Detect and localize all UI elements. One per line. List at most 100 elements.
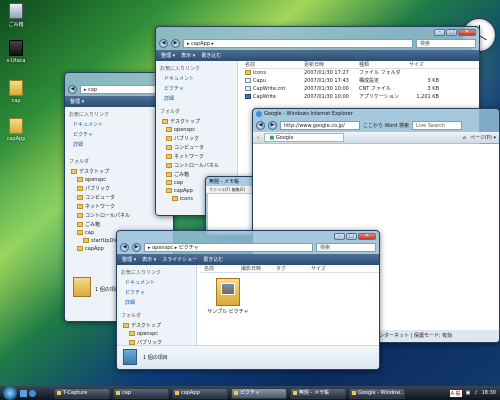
close-button[interactable]: ✕ xyxy=(358,232,376,240)
pictures-folder-icon xyxy=(216,278,240,306)
folders-header[interactable]: フォルダ xyxy=(160,108,233,115)
file-row[interactable]: icons 2007/01/30 17:27 ファイル フォルダ xyxy=(242,69,479,77)
address-bar: ◀ ▶ http://www.google.co.jp/ ここから Word 検… xyxy=(253,119,499,132)
window-titlebar[interactable]: – □ ✕ xyxy=(117,231,379,241)
forward-button[interactable]: ▶ xyxy=(171,39,180,48)
column-tags[interactable]: タグ xyxy=(276,265,311,272)
tree-item[interactable]: パブリック xyxy=(160,135,233,142)
tree-item[interactable]: ネットワーク xyxy=(160,153,233,160)
link-documents[interactable]: ドキュメント xyxy=(125,279,192,286)
forward-button[interactable]: ▶ xyxy=(268,121,277,130)
column-size[interactable]: サイズ xyxy=(409,61,439,68)
address-text: capApp xyxy=(191,41,210,47)
column-headers: 名前 更新日時 種類 サイズ xyxy=(242,61,479,69)
desktop-icon-cap[interactable]: cap xyxy=(1,80,31,104)
taskbar-button[interactable]: cap xyxy=(113,387,169,399)
url-text: http://www.google.co.jp/ xyxy=(284,123,345,129)
page-menu[interactable]: ページ(P) ▾ xyxy=(470,134,496,141)
link-documents[interactable]: ドキュメント xyxy=(164,75,233,82)
column-type[interactable]: 種類 xyxy=(359,61,409,68)
column-size[interactable]: サイズ xyxy=(311,265,341,272)
tree-item[interactable]: デスクトップ xyxy=(160,118,233,125)
folder-item[interactable]: サンプル ピクチャ xyxy=(205,278,251,315)
address-field[interactable]: ▸ openspc ▸ ピクチャ xyxy=(144,243,313,252)
search-input[interactable]: 検索 xyxy=(316,243,376,252)
thumbnail-icon xyxy=(221,283,235,295)
desktop-icon-recycle-bin[interactable]: ごみ箱 xyxy=(1,3,31,28)
back-button[interactable]: ◀ xyxy=(120,243,129,252)
status-zone: インターネット | 保護モード: 有効 xyxy=(373,333,453,339)
ie-icon[interactable] xyxy=(29,389,36,397)
maximize-button[interactable]: □ xyxy=(346,232,357,240)
desktop-icon-utaca[interactable]: s-Utaca xyxy=(1,40,31,64)
tree-item[interactable]: openspc xyxy=(121,331,192,337)
window-pictures[interactable]: – □ ✕ ◀ ▶ ▸ openspc ▸ ピクチャ 検索 整理 ▾ 表示 ▾ … xyxy=(116,230,380,370)
show-desktop-icon[interactable] xyxy=(20,389,27,397)
start-button[interactable] xyxy=(3,386,17,400)
inline-status-text: ここから Word 検索 xyxy=(363,123,410,129)
window-titlebar[interactable]: Google - Windows Internet Explorer xyxy=(253,109,499,119)
taskbar-button[interactable]: Google - Window... xyxy=(349,387,405,399)
address-field[interactable]: ▸ capApp ▸ xyxy=(183,39,413,48)
organize-button[interactable]: 整理 ▾ xyxy=(70,98,84,105)
burn-button[interactable]: 書き込む xyxy=(203,256,223,263)
tree-item[interactable]: コンピュータ xyxy=(160,144,233,151)
tree-item[interactable]: コントロールパネル xyxy=(160,162,233,169)
link-pictures[interactable]: ピクチャ xyxy=(164,85,233,92)
taskbar-button[interactable]: T-Capture xyxy=(54,387,110,399)
column-name[interactable]: 名前 xyxy=(201,265,241,272)
window-titlebar[interactable]: – □ ✕ xyxy=(156,27,479,37)
search-input[interactable]: 検索 xyxy=(416,39,476,48)
minimize-button[interactable]: – xyxy=(334,232,345,240)
back-button[interactable]: ◀ xyxy=(68,85,77,94)
minimize-button[interactable]: – xyxy=(434,28,445,36)
taskbar-button[interactable]: ピクチャ xyxy=(231,387,287,399)
folder-preview-icon xyxy=(123,349,137,365)
home-icon[interactable]: ⌂ xyxy=(463,135,466,141)
close-button[interactable]: ✕ xyxy=(458,28,476,36)
favorites-star-icon[interactable]: ★ xyxy=(256,135,260,141)
maximize-button[interactable]: □ xyxy=(446,28,457,36)
live-search-input[interactable]: Live Search xyxy=(412,121,463,130)
column-name[interactable]: 名前 xyxy=(242,61,304,68)
address-bar: ◀ ▶ ▸ openspc ▸ ピクチャ 検索 xyxy=(117,241,379,254)
address-text: cap xyxy=(88,87,98,93)
forward-button[interactable]: ▶ xyxy=(132,243,141,252)
file-row[interactable]: Capu 2007/01/30 17:43 構成設定 3 KB xyxy=(242,77,479,85)
column-date[interactable]: 更新日時 xyxy=(304,61,359,68)
burn-button[interactable]: 書き込む xyxy=(201,52,221,59)
tree-item[interactable]: ごみ箱 xyxy=(69,221,170,228)
folder-icon xyxy=(9,118,23,134)
url-field[interactable]: http://www.google.co.jp/ xyxy=(280,121,360,130)
column-date-taken[interactable]: 撮影日時 xyxy=(241,265,276,272)
link-details[interactable]: 詳細 xyxy=(164,95,233,102)
folder-icon xyxy=(245,70,251,75)
taskbar-button[interactable]: 無題 - メモ帳 xyxy=(290,387,346,399)
network-icon[interactable]: ▣ xyxy=(466,390,471,396)
slideshow-button[interactable]: スライドショー xyxy=(162,256,197,263)
clock[interactable]: 18:30 xyxy=(482,390,496,396)
desktop-icon-label: cap xyxy=(11,98,21,104)
tree-item[interactable]: デスクトップ xyxy=(121,322,192,329)
desktop-icon-label: capApp xyxy=(6,136,26,142)
folders-header[interactable]: フォルダ xyxy=(121,312,192,319)
view-button[interactable]: 表示 ▾ xyxy=(181,52,195,59)
view-button[interactable]: 表示 ▾ xyxy=(142,256,156,263)
system-tray: A 般 ▣ ♪ 18:30 xyxy=(449,389,500,397)
taskbar-button[interactable]: capApp xyxy=(172,387,228,399)
organize-button[interactable]: 整理 ▾ xyxy=(122,256,136,263)
desktop-icon-capapp[interactable]: capApp xyxy=(1,118,31,142)
file-row[interactable]: CapWrite.cnt 2007/01/30 10:00 CNT ファイル 3… xyxy=(242,85,479,93)
browser-tab[interactable]: ■ Google xyxy=(264,133,345,142)
organize-button[interactable]: 整理 ▾ xyxy=(161,52,175,59)
link-pictures[interactable]: ピクチャ xyxy=(125,289,192,296)
tree-item[interactable]: openspc xyxy=(160,127,233,133)
back-button[interactable]: ◀ xyxy=(159,39,168,48)
volume-icon[interactable]: ♪ xyxy=(474,390,477,396)
language-bar[interactable]: A 般 xyxy=(449,389,462,397)
link-details[interactable]: 詳細 xyxy=(125,299,192,306)
desktop-icon-label: s-Utaca xyxy=(6,58,26,64)
back-button[interactable]: ◀ xyxy=(256,121,265,130)
file-row[interactable]: CapWrite 2007/01/30 10:00 アプリケーション 1,201… xyxy=(242,93,479,101)
folder-icon xyxy=(9,80,23,96)
